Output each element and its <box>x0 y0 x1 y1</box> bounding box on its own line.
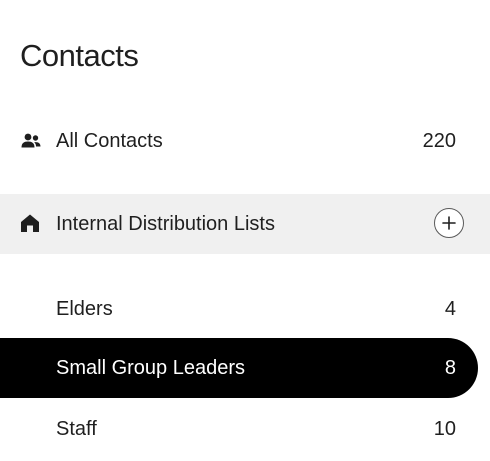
plus-icon <box>442 216 456 230</box>
list-item-elders[interactable]: Elders 4 <box>0 280 478 338</box>
list-item-label: Small Group Leaders <box>56 357 245 379</box>
list-item-label: Elders <box>56 298 113 320</box>
home-icon <box>20 213 42 235</box>
list-item-staff[interactable]: Staff 10 <box>0 400 478 458</box>
add-list-button[interactable] <box>434 208 464 238</box>
all-contacts-label: All Contacts <box>56 130 163 152</box>
people-icon <box>20 130 42 152</box>
section-label: Internal Distribution Lists <box>56 213 275 235</box>
page-title: Contacts <box>20 38 139 73</box>
all-contacts-count: 220 <box>422 130 456 152</box>
all-contacts-item[interactable]: All Contacts 220 <box>0 112 478 170</box>
list-item-small-group-leaders[interactable]: Small Group Leaders 8 <box>0 338 478 398</box>
contacts-panel: Contacts All Contacts 220 Internal Distr… <box>0 0 490 461</box>
list-item-label: Staff <box>56 418 97 440</box>
list-item-count: 10 <box>433 418 456 440</box>
internal-distribution-lists-header[interactable]: Internal Distribution Lists <box>0 194 490 254</box>
list-item-count: 4 <box>444 298 456 320</box>
list-item-count: 8 <box>444 357 456 379</box>
